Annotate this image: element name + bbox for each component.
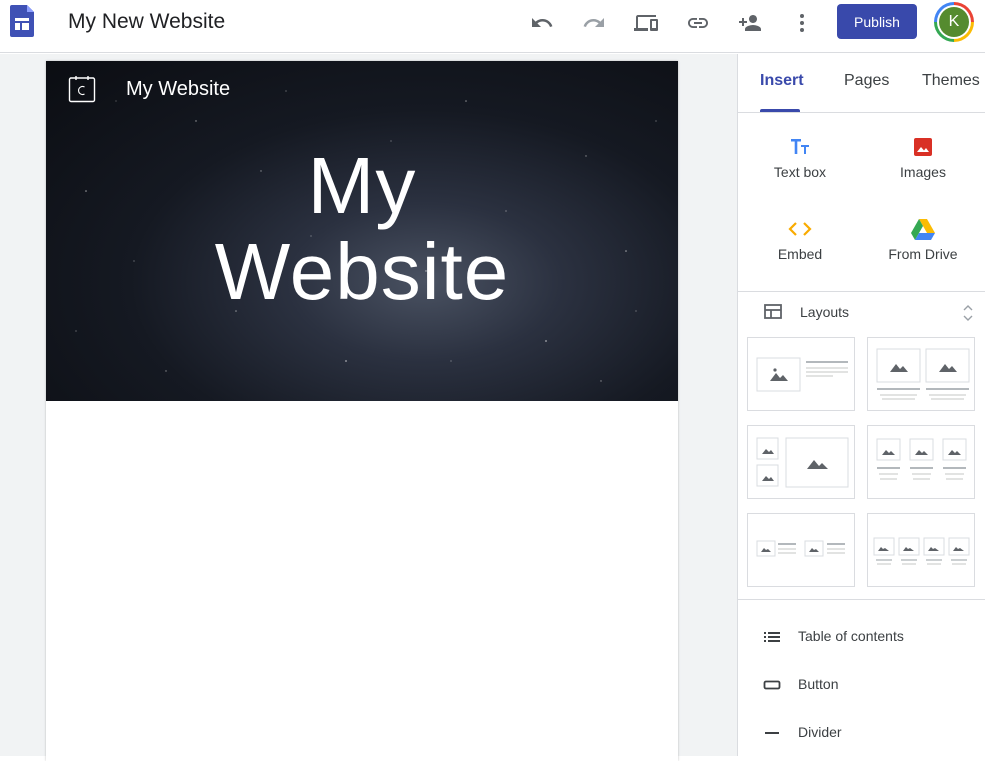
list-item-label: Divider — [798, 724, 842, 740]
editor-canvas: My Website My Website — [0, 54, 737, 761]
tab-themes[interactable]: Themes — [922, 72, 980, 90]
layout-option-two-images[interactable] — [867, 337, 975, 411]
site-logo-icon[interactable] — [68, 75, 96, 103]
hero-title-line: Website — [214, 227, 510, 316]
more-vert-icon[interactable] — [789, 10, 815, 36]
site-name[interactable]: My Website — [126, 78, 230, 101]
layout-option-four-columns[interactable] — [867, 513, 975, 587]
link-icon[interactable] — [685, 10, 711, 36]
layouts-label: Layouts — [800, 304, 850, 320]
layout-option-three-columns[interactable] — [867, 425, 975, 499]
layout-option-image-text[interactable] — [747, 337, 855, 411]
hero-banner[interactable]: My Website My Website — [46, 61, 678, 401]
undo-icon[interactable] — [529, 10, 555, 36]
redo-icon[interactable] — [581, 10, 607, 36]
divider-icon — [762, 723, 782, 743]
site-title-field[interactable]: My New Website — [68, 10, 225, 34]
top-bar: My New Website Publish K — [0, 0, 985, 53]
insert-item-label: Text box — [773, 164, 827, 180]
share-person-add-icon[interactable] — [737, 10, 763, 36]
list-item-label: Table of contents — [798, 628, 904, 644]
tab-insert[interactable]: Insert — [760, 72, 804, 90]
hero-title-line: My — [307, 141, 417, 230]
insert-from-drive-button[interactable]: From Drive — [868, 214, 978, 274]
google-sites-logo-icon[interactable] — [10, 5, 34, 37]
avatar-frame: K — [937, 5, 971, 39]
section-divider — [738, 291, 985, 292]
insert-images-button[interactable]: Images — [868, 132, 978, 192]
insert-item-label: From Drive — [888, 246, 958, 262]
insert-divider-button[interactable]: Divider — [738, 713, 985, 753]
account-avatar[interactable]: K — [934, 2, 974, 42]
collapse-chevron-icon[interactable] — [962, 304, 974, 327]
insert-table-of-contents-button[interactable]: Table of contents — [738, 617, 985, 657]
insert-embed-button[interactable]: Embed — [745, 214, 855, 274]
hero-title[interactable]: My Website — [46, 143, 678, 315]
insert-text-box-button[interactable]: Text box — [745, 132, 855, 192]
publish-button[interactable]: Publish — [837, 4, 917, 39]
insert-button-button[interactable]: Button — [738, 665, 985, 705]
side-panel: Insert Pages Themes Text box Images Embe… — [737, 54, 985, 756]
button-icon — [762, 675, 782, 695]
insert-item-label: Images — [900, 164, 946, 180]
list-item-label: Button — [798, 676, 839, 692]
tab-pages[interactable]: Pages — [844, 72, 889, 90]
list-icon — [762, 627, 782, 647]
layout-option-image-grid[interactable] — [747, 425, 855, 499]
text-box-icon — [745, 132, 855, 162]
google-drive-icon — [868, 214, 978, 244]
embed-code-icon — [745, 214, 855, 244]
layouts-icon — [764, 304, 782, 325]
section-divider — [738, 599, 985, 600]
insert-item-label: Embed — [777, 246, 823, 262]
site-page[interactable]: My Website My Website — [46, 61, 678, 761]
image-icon — [868, 132, 978, 162]
tab-divider — [738, 112, 985, 113]
preview-devices-icon[interactable] — [633, 10, 659, 36]
avatar-letter: K — [939, 7, 969, 37]
layouts-header[interactable]: Layouts — [738, 294, 985, 330]
layout-option-two-image-text[interactable] — [747, 513, 855, 587]
